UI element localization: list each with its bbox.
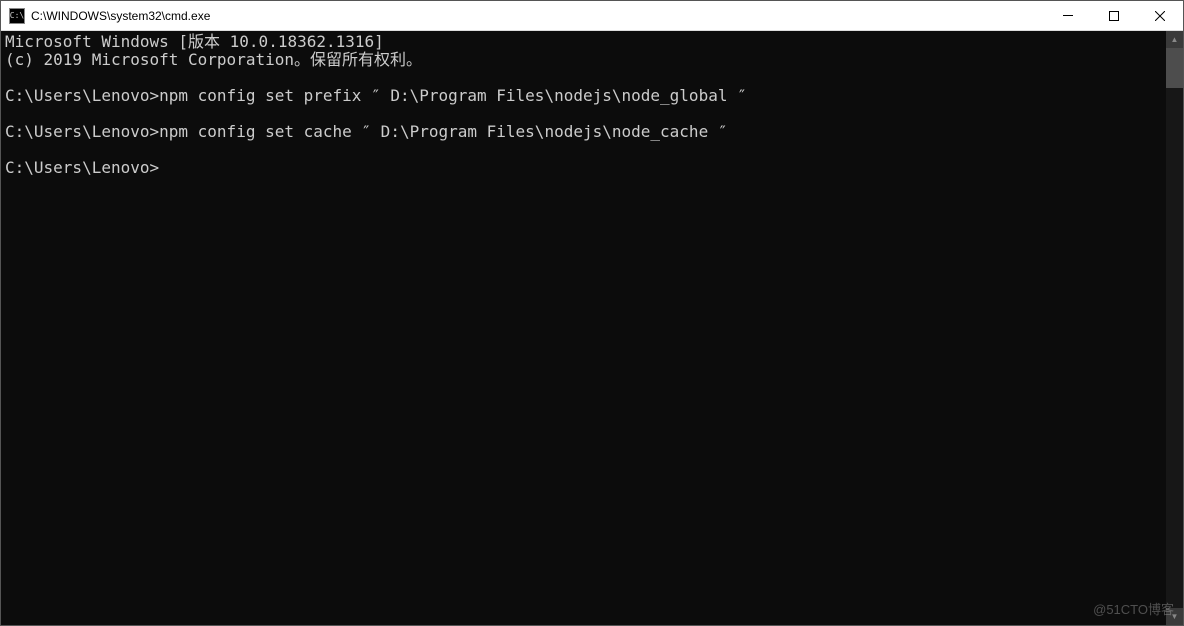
cmd-window: C:\ C:\WINDOWS\system32\cmd.exe Microsof… <box>0 0 1184 626</box>
terminal-prompt: C:\Users\Lenovo> <box>5 158 159 177</box>
terminal-area: Microsoft Windows [版本 10.0.18362.1316] (… <box>1 31 1183 625</box>
minimize-button[interactable] <box>1045 1 1091 30</box>
close-button[interactable] <box>1137 1 1183 30</box>
terminal-line: C:\Users\Lenovo>npm config set prefix ″ … <box>5 86 747 105</box>
vertical-scrollbar[interactable]: ▲ ▼ <box>1166 31 1183 625</box>
terminal-line: (c) 2019 Microsoft Corporation。保留所有权利。 <box>5 50 422 69</box>
window-controls <box>1045 1 1183 30</box>
terminal-line: C:\Users\Lenovo>npm config set cache ″ D… <box>5 122 727 141</box>
scroll-up-arrow-icon[interactable]: ▲ <box>1166 31 1183 48</box>
scrollbar-thumb[interactable] <box>1166 48 1183 88</box>
scrollbar-track[interactable] <box>1166 48 1183 608</box>
terminal-line: Microsoft Windows [版本 10.0.18362.1316] <box>5 32 384 51</box>
scroll-down-arrow-icon[interactable]: ▼ <box>1166 608 1183 625</box>
app-icon: C:\ <box>9 8 25 24</box>
maximize-button[interactable] <box>1091 1 1137 30</box>
terminal-output[interactable]: Microsoft Windows [版本 10.0.18362.1316] (… <box>1 31 1166 625</box>
titlebar[interactable]: C:\ C:\WINDOWS\system32\cmd.exe <box>1 1 1183 31</box>
window-title: C:\WINDOWS\system32\cmd.exe <box>31 9 1045 23</box>
maximize-icon <box>1109 11 1119 21</box>
minimize-icon <box>1063 15 1073 16</box>
close-icon <box>1155 11 1165 21</box>
